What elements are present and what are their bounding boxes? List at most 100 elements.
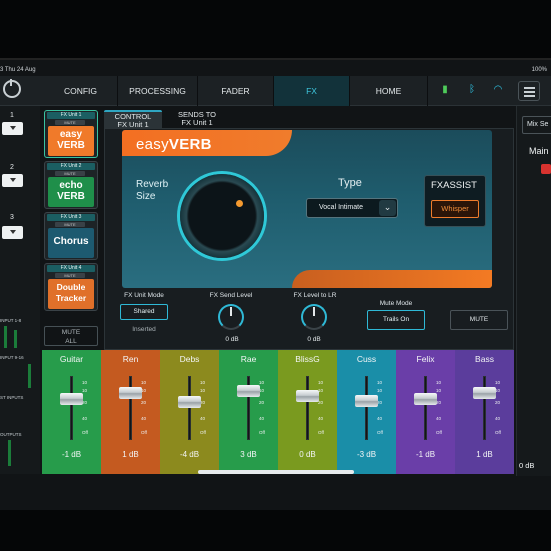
fader-scale-tick: 20 bbox=[259, 400, 265, 405]
fx-name-line-1: easy bbox=[59, 129, 83, 140]
fader-handle[interactable] bbox=[355, 394, 378, 407]
tab-fader[interactable]: FADER bbox=[198, 76, 274, 106]
left-column bbox=[0, 106, 40, 474]
fader-scale-tick: 10 bbox=[200, 388, 206, 393]
fader-scale-tick: Off bbox=[318, 430, 324, 435]
fader-handle[interactable] bbox=[414, 392, 437, 405]
fader-scale-tick: 20 bbox=[141, 400, 147, 405]
tab-sends-to[interactable]: SENDS TO FX Unit 1 bbox=[166, 110, 228, 128]
fader-scale-tick: 10 bbox=[82, 388, 88, 393]
fader-scale-tick: 40 bbox=[377, 416, 383, 421]
fader-scale-tick: Off bbox=[259, 430, 265, 435]
fader-scale-tick: 40 bbox=[259, 416, 265, 421]
channel-strip: Ren 10 10 20 40 Off 1 dB bbox=[101, 350, 160, 474]
mix-select-button[interactable]: Mix Se bbox=[522, 116, 551, 134]
bank-number-2: 2 bbox=[10, 164, 14, 171]
fx-unit-1-slot[interactable]: FX Unit 1 MUTE easy VERB bbox=[44, 110, 98, 158]
fx-unit-mute[interactable]: MUTE bbox=[55, 120, 85, 125]
home-indicator bbox=[198, 470, 354, 474]
mute-all-line-2: ALL bbox=[65, 338, 77, 345]
fx-level-lr-dial[interactable] bbox=[301, 304, 327, 330]
fader-handle[interactable] bbox=[119, 387, 142, 400]
knob-indicator bbox=[236, 200, 243, 207]
knob-label-line-1: Reverb bbox=[136, 179, 169, 190]
channel-name[interactable]: Cuss bbox=[337, 354, 396, 364]
effect-artwork: easyVERB Reverb Size Type Vocal Intimate… bbox=[122, 130, 492, 288]
fx-unit-4-slot[interactable]: FX Unit 4 MUTE Double Tracker bbox=[44, 263, 98, 311]
fader-track bbox=[483, 376, 486, 440]
fx-unit-header: FX Unit 4 bbox=[47, 265, 95, 272]
mode-inserted-button[interactable]: Inserted bbox=[120, 323, 168, 339]
tab-fx[interactable]: FX bbox=[274, 76, 350, 106]
fx-send-level-label: FX Send Level bbox=[209, 292, 253, 299]
trails-on-button[interactable]: Trails On bbox=[367, 310, 425, 330]
bank-selector-2[interactable] bbox=[2, 174, 23, 187]
fader-scale-tick: Off bbox=[436, 430, 442, 435]
fx-send-level-value: 0 dB bbox=[225, 336, 239, 343]
fader-track bbox=[129, 376, 132, 440]
channel-name[interactable]: Rae bbox=[219, 354, 278, 364]
bank-selector-3[interactable] bbox=[2, 226, 23, 239]
channel-name[interactable]: Bass bbox=[455, 354, 514, 364]
fx-name-line-2: VERB bbox=[57, 140, 85, 151]
fader-scale-tick: 40 bbox=[436, 416, 442, 421]
channel-name[interactable]: Debs bbox=[160, 354, 219, 364]
fader-scale-tick: 10 bbox=[495, 380, 501, 385]
battery-percent: 100% bbox=[531, 67, 547, 73]
tab-control[interactable]: CONTROL FX Unit 1 bbox=[104, 110, 162, 129]
fader-handle[interactable] bbox=[473, 387, 496, 400]
channel-db-value: 1 dB bbox=[122, 450, 139, 459]
fx-name-line-2: Tracker bbox=[55, 293, 87, 303]
bank-number-1: 1 bbox=[10, 112, 14, 119]
fader-scale-tick: 20 bbox=[495, 400, 501, 405]
channel-strip: Guitar 10 10 20 40 Off -1 dB bbox=[42, 350, 101, 474]
channel-name[interactable]: Felix bbox=[396, 354, 455, 364]
fader-scale-tick: 40 bbox=[82, 416, 88, 421]
lock-icon[interactable] bbox=[541, 164, 551, 174]
fader-handle[interactable] bbox=[178, 396, 201, 409]
bank-selector-1[interactable] bbox=[2, 122, 23, 135]
channel-name[interactable]: Ren bbox=[101, 354, 160, 364]
main-db-value: 0 dB bbox=[519, 461, 535, 470]
fader-scale-tick: Off bbox=[141, 430, 147, 435]
channel-name[interactable]: BlissG bbox=[278, 354, 337, 364]
fx-unit-2-slot[interactable]: FX Unit 2 MUTE echo VERB bbox=[44, 161, 98, 209]
fader-handle[interactable] bbox=[60, 392, 83, 405]
fader-handle[interactable] bbox=[237, 385, 260, 398]
mode-shared-button[interactable]: Shared bbox=[120, 304, 168, 320]
fx-unit-mute[interactable]: MUTE bbox=[55, 273, 85, 278]
tab-processing[interactable]: PROCESSING bbox=[118, 76, 198, 106]
channel-db-value: 0 dB bbox=[299, 450, 316, 459]
tab-home[interactable]: HOME bbox=[350, 76, 428, 106]
reverb-size-label: Reverb Size bbox=[136, 179, 168, 203]
power-icon[interactable] bbox=[3, 79, 21, 98]
fader-scale-tick: Off bbox=[200, 430, 206, 435]
fx-mute-button[interactable]: MUTE bbox=[450, 310, 508, 330]
input-1-8-label: INPUT 1-8 bbox=[0, 318, 22, 323]
fx-unit-mode-label: FX Unit Mode bbox=[124, 292, 164, 299]
bluetooth-icon: ᛒ bbox=[469, 84, 475, 95]
menu-icon[interactable] bbox=[518, 81, 540, 101]
channel-db-value: -1 dB bbox=[61, 450, 82, 459]
fx-level-lr-value: 0 dB bbox=[307, 336, 321, 343]
fx-name-line-1: Chorus bbox=[53, 236, 89, 247]
status-time: 3 Thu 24 Aug bbox=[0, 67, 36, 73]
tab-config[interactable]: CONFIG bbox=[44, 76, 118, 106]
fx-unit-list: FX Unit 1 MUTE easy VERB FX Unit 2 MUTE … bbox=[44, 110, 98, 350]
fader-track bbox=[306, 376, 309, 440]
fx-send-level-dial[interactable] bbox=[218, 304, 244, 330]
whisper-button[interactable]: Whisper bbox=[431, 200, 479, 218]
mute-all-button[interactable]: MUTE ALL bbox=[44, 326, 98, 346]
main-label: Main bbox=[529, 146, 549, 156]
channel-name[interactable]: Guitar bbox=[42, 354, 101, 364]
reverb-size-knob[interactable] bbox=[180, 174, 264, 258]
fader-scale-tick: 10 bbox=[377, 380, 383, 385]
fx-unit-3-slot[interactable]: FX Unit 3 MUTE Chorus bbox=[44, 212, 98, 260]
fader-scale-tick: Off bbox=[82, 430, 88, 435]
fx-unit-mute[interactable]: MUTE bbox=[55, 171, 85, 176]
channel-strip: BlissG 10 10 20 40 Off 0 dB bbox=[278, 350, 337, 474]
fader-handle[interactable] bbox=[296, 389, 319, 402]
fx-unit-mute[interactable]: MUTE bbox=[55, 222, 85, 227]
chevron-down-icon[interactable]: ⌄ bbox=[379, 200, 396, 216]
fx-level-lr-label: FX Level to LR bbox=[293, 292, 337, 299]
